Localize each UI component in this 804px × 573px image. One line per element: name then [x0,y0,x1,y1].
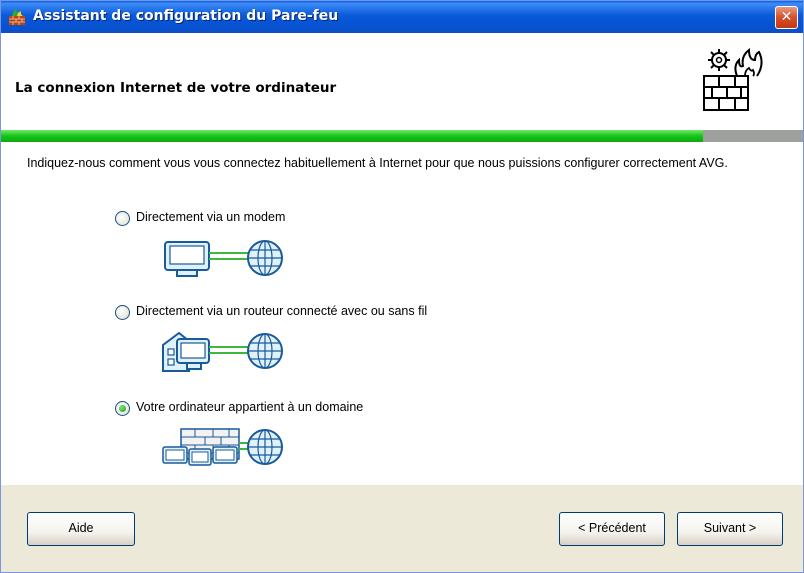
radio-domain[interactable] [115,401,130,416]
firewall-settings-icon [703,47,763,111]
window-title: Assistant de configuration du Pare-feu [33,8,339,24]
option-router-label: Directement via un routeur connecté avec… [136,304,428,318]
wizard-window: Assistant de configuration du Pare-feu ✕… [0,0,804,573]
option-modem-label: Directement via un modem [136,210,286,224]
title-bar[interactable]: Assistant de configuration du Pare-feu ✕ [1,1,803,33]
radio-modem[interactable] [115,211,130,226]
network-computers-to-globe-icon [162,428,283,466]
wizard-footer: Aide < Précédent Suivant > [1,485,803,572]
home-computer-to-globe-icon [162,331,283,372]
page-title: La connexion Internet de votre ordinateu… [15,80,337,96]
help-button[interactable]: Aide [27,512,135,546]
close-button[interactable]: ✕ [775,6,798,29]
wizard-header: La connexion Internet de votre ordinateu… [1,33,803,130]
computer-to-globe-icon [164,240,283,277]
option-domain-label: Votre ordinateur appartient à un domaine [136,400,364,414]
next-button[interactable]: Suivant > [677,512,783,546]
radio-router[interactable] [115,305,130,320]
progress-fill [1,130,703,142]
radio-dot [119,405,126,412]
previous-button[interactable]: < Précédent [559,512,665,546]
intro-text: Indiquez-nous comment vous vous connecte… [27,156,728,170]
firewall-app-icon [9,9,25,25]
progress-bar [1,130,803,142]
wizard-content: Indiquez-nous comment vous vous connecte… [1,142,803,485]
